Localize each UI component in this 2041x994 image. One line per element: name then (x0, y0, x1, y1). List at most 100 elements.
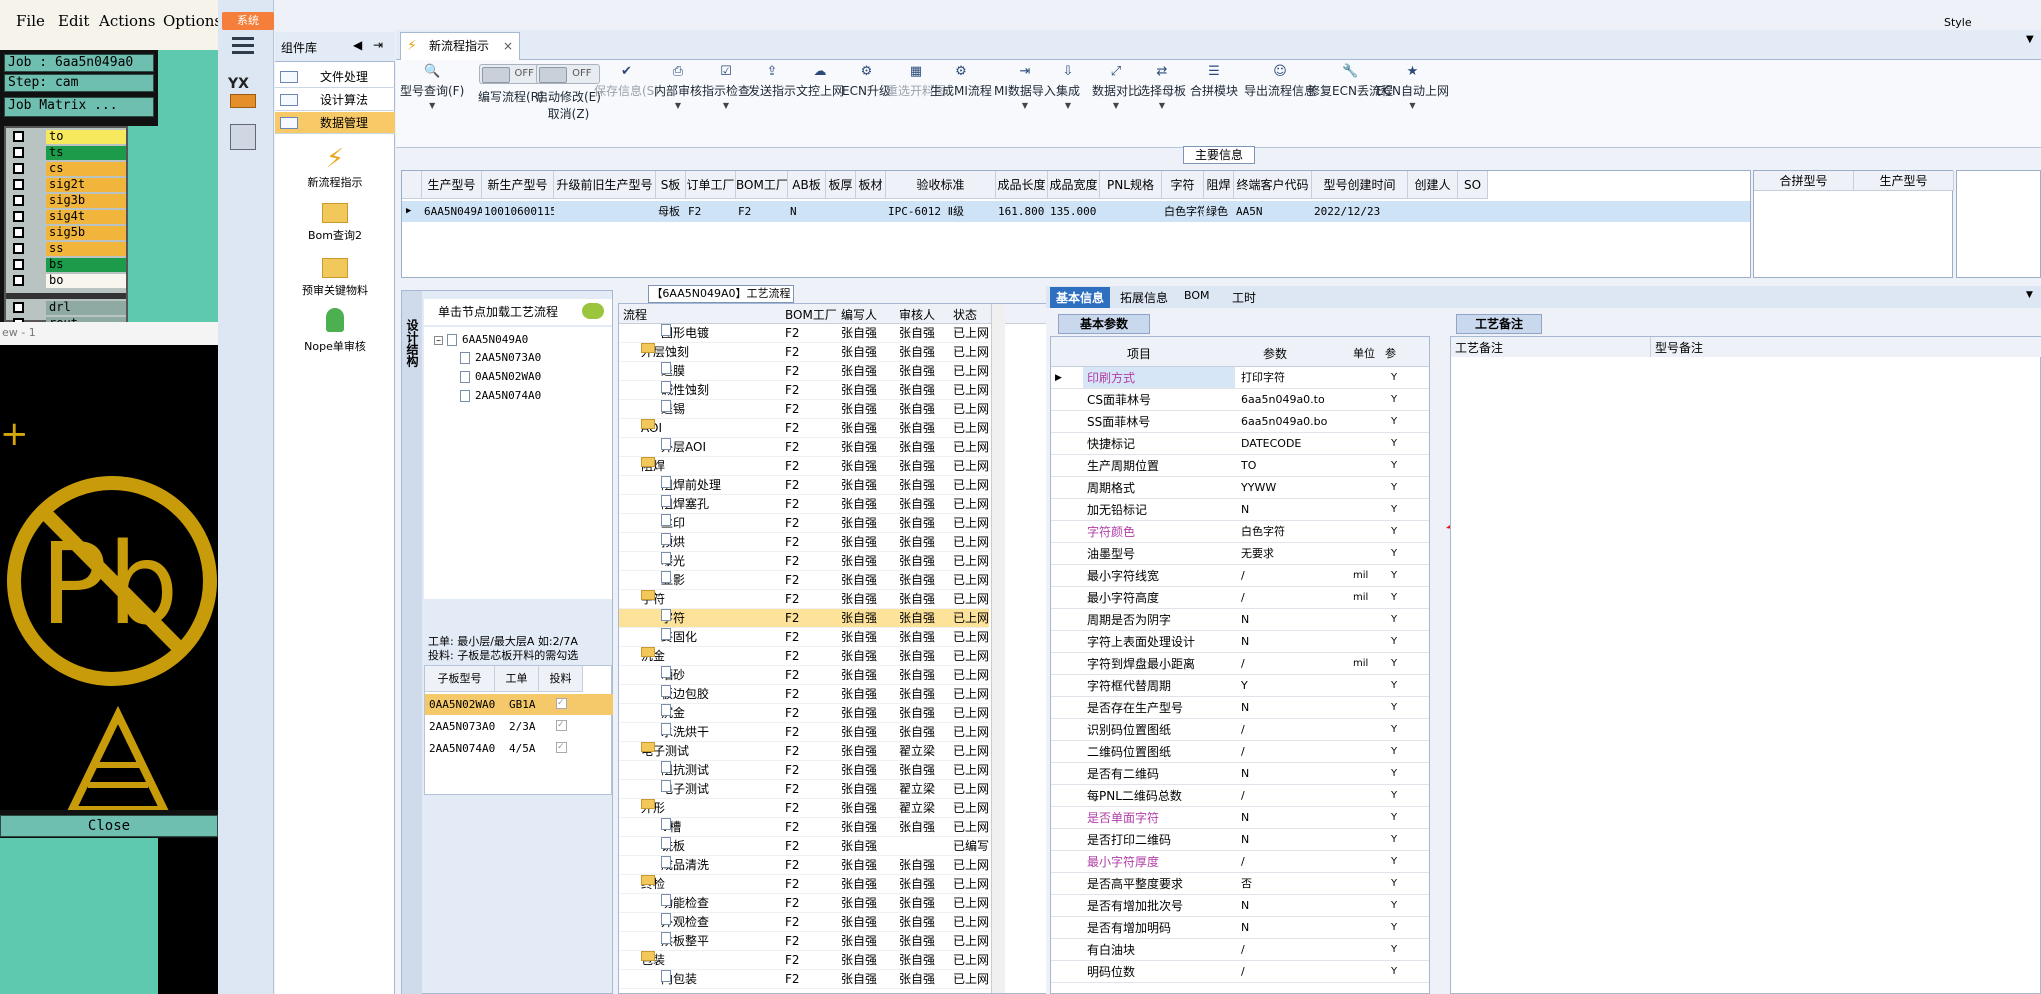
tab-basic[interactable]: 基本信息 (1050, 287, 1111, 308)
col-header[interactable]: 板厚 (826, 171, 856, 199)
process-row[interactable]: 阻抗测试 F2 张自强 张自强 已上网 (619, 761, 989, 780)
tool-bom-query[interactable]: Bom查询2 (275, 199, 395, 243)
param-row[interactable]: 是否打印二维码 N Y (1051, 829, 1429, 851)
close-button[interactable]: Close (0, 815, 218, 837)
tab-hours[interactable]: 工时 (1232, 289, 1256, 306)
tool-nope-review[interactable]: Nope单审核 (275, 308, 395, 354)
ribbon-button-5[interactable]: ☑ 指示检查 ▼ (702, 64, 750, 110)
col-header[interactable]: 参 (1385, 345, 1396, 361)
process-row[interactable]: 预烘 F2 张自强 张自强 已上网 (619, 533, 989, 552)
col-header[interactable]: 投料 (539, 666, 583, 692)
tree-node[interactable]: 2AA5N074A0 (460, 389, 541, 402)
param-row[interactable]: 最小字符厚度 / Y (1051, 851, 1429, 873)
param-row[interactable]: 识别码位置图纸 / Y (1051, 719, 1429, 741)
param-value[interactable]: N (1241, 917, 1381, 939)
param-value[interactable]: N (1241, 609, 1381, 631)
param-value[interactable]: / (1241, 961, 1381, 983)
param-value[interactable]: 6aa5n049a0.bo (1241, 411, 1381, 433)
col-header[interactable]: 成品长度 (996, 171, 1048, 199)
param-value[interactable]: 无要求 (1241, 543, 1381, 565)
close-tab-icon[interactable]: × (503, 33, 513, 59)
param-row[interactable]: SS面菲林号 6aa5n049a0.bo Y (1051, 411, 1429, 433)
process-row[interactable]: 内包装 F2 张自强 张自强 已上网 (619, 970, 989, 989)
col-header[interactable]: 订单工厂 (686, 171, 736, 199)
col-header[interactable]: 创建人 (1408, 171, 1458, 199)
design-structure-tab[interactable]: 设计结构 (404, 319, 421, 367)
param-row[interactable]: 字符框代替周期 Y Y (1051, 675, 1429, 697)
chevron-down-icon[interactable]: ▼ (400, 101, 464, 110)
param-value[interactable]: Y (1241, 675, 1381, 697)
hamburger-icon[interactable] (232, 36, 254, 54)
param-value[interactable]: 打印字符 (1241, 367, 1381, 389)
param-value[interactable]: DATECODE (1241, 433, 1381, 455)
col-header[interactable]: 新生产型号 (482, 171, 554, 199)
layer-row[interactable]: ts (9, 146, 127, 160)
ribbon-button-4[interactable]: ⎙ 内部审核 ▼ (654, 64, 702, 110)
param-row[interactable]: 字符颜色 白色字符 Y (1051, 521, 1429, 543)
col-header[interactable]: 流程 (623, 306, 647, 323)
param-row[interactable]: 周期格式 YYWW Y (1051, 477, 1429, 499)
param-value[interactable]: / (1241, 741, 1381, 763)
param-value[interactable]: TO (1241, 455, 1381, 477)
process-row[interactable]: −外形 F2 张自强 翟立梁 已上网 (619, 799, 989, 818)
ribbon-button-8[interactable]: ⚙ ECN升级 (842, 64, 891, 99)
param-row[interactable]: 有白油块 / Y (1051, 939, 1429, 961)
layer-row[interactable]: to (9, 130, 127, 144)
chevron-down-icon[interactable]: ▼ (2026, 34, 2034, 45)
param-row[interactable]: 最小字符线宽 / mil Y (1051, 565, 1429, 587)
col-header[interactable]: 生产型号 (422, 171, 482, 199)
tree-node[interactable]: 0AA5N02WA0 (460, 370, 541, 383)
param-row[interactable]: 是否有增加明码 N Y (1051, 917, 1429, 939)
col-header[interactable]: 板材 (856, 171, 886, 199)
process-row[interactable]: −终检 F2 张自强 张自强 已上网 (619, 875, 989, 894)
param-row[interactable]: 字符到焊盘最小距离 / mil Y (1051, 653, 1429, 675)
param-row[interactable]: 生产周期位置 TO Y (1051, 455, 1429, 477)
tool-prereview[interactable]: 预审关键物料 (275, 254, 395, 298)
nav-data[interactable]: 数据管理 (275, 112, 395, 134)
col-header[interactable]: 审核人 (899, 306, 935, 323)
param-row[interactable]: 每PNL二维码总数 / Y (1051, 785, 1429, 807)
process-row[interactable]: 字符 F2 张自强 张自强 已上网 (619, 609, 989, 628)
col-header[interactable]: S板 (656, 171, 686, 199)
model-note-input[interactable] (1653, 359, 2039, 989)
param-row[interactable]: 是否有二维码 N Y (1051, 763, 1429, 785)
process-row[interactable]: 图形电镀 F2 张自强 张自强 已上网 (619, 324, 989, 343)
system-button[interactable]: 系统 (222, 12, 274, 30)
process-row[interactable]: −字符 F2 张自强 张自强 已上网 (619, 590, 989, 609)
checkbox[interactable]: ✓ (556, 698, 567, 709)
param-row[interactable]: 是否单面字符 N Y (1051, 807, 1429, 829)
process-row[interactable]: 外观检查 F2 张自强 张自强 已上网 (619, 913, 989, 932)
process-row[interactable]: 外层AOI F2 张自强 张自强 已上网 (619, 438, 989, 457)
param-value[interactable]: N (1241, 895, 1381, 917)
ribbon-button-16[interactable]: ☺ 导出流程信息 (1244, 64, 1316, 99)
process-row[interactable]: 板边包胶 F2 张自强 张自强 已上网 (619, 685, 989, 704)
chevron-down-icon[interactable]: ▼ (1138, 101, 1186, 110)
collapse-left-icon[interactable]: ◀ (353, 38, 362, 52)
col-header[interactable]: 生产型号 (1854, 171, 1954, 191)
process-row[interactable]: −包装 F2 张自强 张自强 已上网 (619, 951, 989, 970)
process-row[interactable]: 沉金 F2 张自强 张自强 已上网 (619, 704, 989, 723)
tab-bom[interactable]: BOM (1184, 289, 1210, 302)
tree-node-root[interactable]: −6AA5N049A0 (434, 333, 528, 346)
nav-design[interactable]: 设计算法 (275, 89, 395, 111)
param-row[interactable]: 最小字符高度 / mil Y (1051, 587, 1429, 609)
process-row[interactable]: 退膜 F2 张自强 张自强 已上网 (619, 362, 989, 381)
param-value[interactable]: 6aa5n049a0.to (1241, 389, 1381, 411)
chevron-down-icon[interactable]: ▼ (1092, 101, 1140, 110)
process-row[interactable]: 退锡 F2 张自强 张自强 已上网 (619, 400, 989, 419)
tool-new-flow[interactable]: ⚡ 新流程指示 (275, 144, 395, 190)
pin-icon[interactable]: ⇥ (373, 38, 383, 52)
chevron-down-icon[interactable]: ▼ (654, 101, 702, 110)
col-header[interactable]: BOM工厂 (785, 306, 837, 323)
param-value[interactable]: / (1241, 785, 1381, 807)
process-row[interactable]: 终固化 F2 张自强 张自强 已上网 (619, 628, 989, 647)
param-row[interactable]: 快捷标记 DATECODE Y (1051, 433, 1429, 455)
layer-row[interactable]: sig4t (9, 210, 127, 224)
ribbon-button-18[interactable]: ★ ECN自动上网 ▼ (1376, 64, 1449, 110)
col-header[interactable]: 阻焊 (1204, 171, 1234, 199)
col-header[interactable]: 工艺备注 (1451, 337, 1651, 357)
menu-options[interactable]: Options (163, 12, 218, 30)
param-row[interactable]: 是否存在生产型号 N Y (1051, 697, 1429, 719)
layer-row[interactable]: sig3b (9, 194, 127, 208)
col-header[interactable]: 子板型号 (425, 666, 495, 692)
